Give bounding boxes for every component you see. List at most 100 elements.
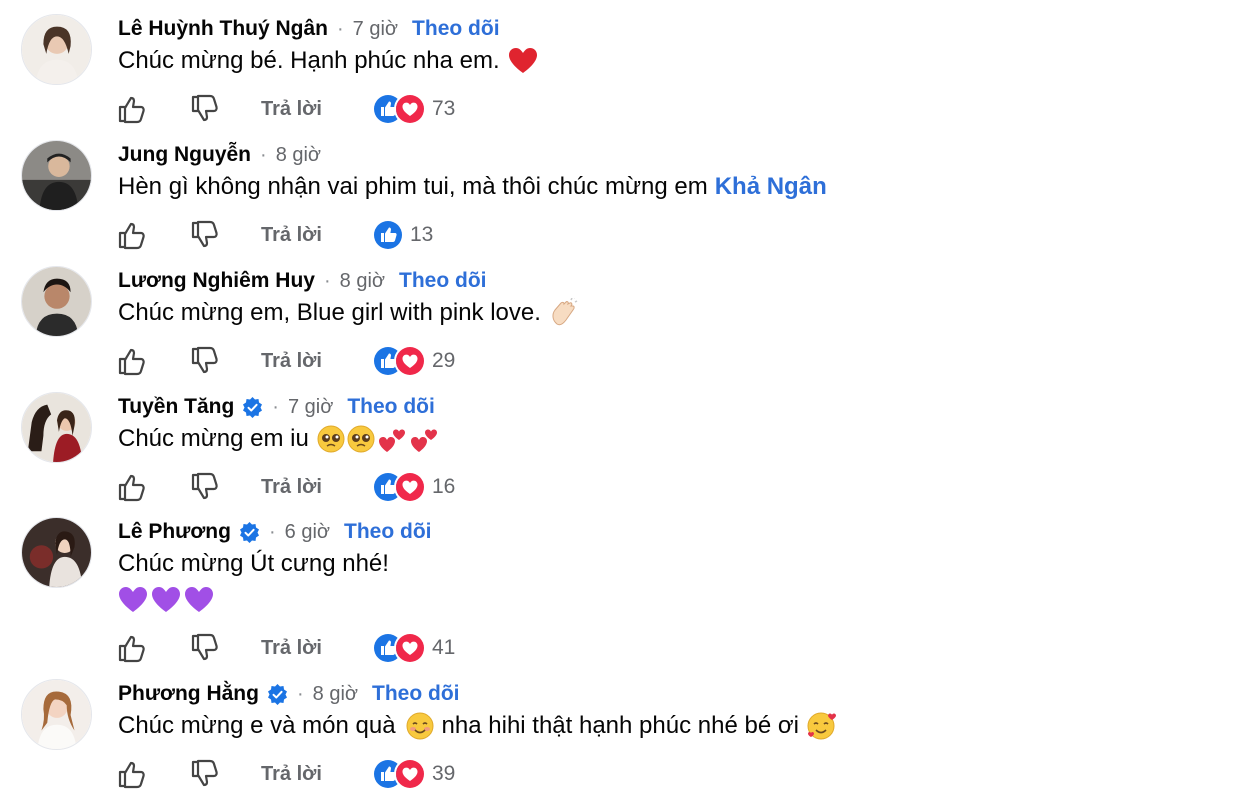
clapping-hands-emoji: [549, 298, 579, 328]
comment-header: Lê Phương · 6 giờ Theo dõi: [118, 517, 432, 547]
comment-time[interactable]: 8 giờ: [313, 683, 358, 706]
pleading-face-emoji: [317, 425, 345, 453]
commenter-name[interactable]: Lê Phương: [118, 520, 231, 544]
comment-text: Chúc mừng em, Blue girl with pink love.: [118, 296, 579, 330]
smiling-face-with-hearts-emoji: [807, 711, 837, 741]
commenter-name[interactable]: Tuyền Tăng: [118, 395, 234, 419]
like-thumb-icon[interactable]: [116, 219, 148, 251]
avatar[interactable]: [21, 679, 92, 750]
reaction-summary[interactable]: 13: [372, 218, 433, 252]
avatar[interactable]: [21, 266, 92, 337]
avatar[interactable]: [21, 14, 92, 85]
reaction-summary[interactable]: 39: [372, 757, 455, 791]
reply-button[interactable]: Trả lời: [261, 224, 322, 247]
two-hearts-emoji: [409, 424, 439, 454]
smiling-face-emoji: [406, 712, 434, 740]
purple-heart-emoji: [151, 586, 181, 614]
comment-actions: Trả lời: [116, 631, 322, 665]
separator-dot: ·: [296, 682, 304, 705]
comment-body-continued: nha hihi thật hạnh phúc nhé bé ơi: [441, 712, 799, 739]
comment-actions: Trả lời: [116, 92, 322, 126]
commenter-name[interactable]: Lương Nghiêm Huy: [118, 269, 315, 293]
like-thumb-icon[interactable]: [116, 758, 148, 790]
reaction-count: 39: [432, 762, 456, 785]
dislike-thumb-icon[interactable]: [189, 345, 221, 377]
comment-emoji-line: [118, 586, 214, 614]
dislike-thumb-icon[interactable]: [189, 93, 221, 125]
comment-actions: Trả lời: [116, 470, 322, 504]
love-reaction-icon: [394, 632, 426, 664]
dislike-thumb-icon[interactable]: [189, 632, 221, 664]
dislike-thumb-icon[interactable]: [189, 219, 221, 251]
purple-heart-emoji: [184, 586, 214, 614]
follow-button[interactable]: Theo dõi: [347, 395, 435, 419]
reply-button[interactable]: Trả lời: [261, 637, 322, 660]
love-reaction-icon: [394, 93, 426, 125]
reaction-summary[interactable]: 41: [372, 631, 455, 665]
separator-dot: ·: [323, 269, 331, 292]
comment-text: Chúc mừng em iu: [118, 422, 439, 456]
avatar[interactable]: [21, 140, 92, 211]
dislike-thumb-icon[interactable]: [189, 758, 221, 790]
comment-body: Chúc mừng em iu: [118, 425, 309, 452]
reaction-summary[interactable]: 16: [372, 470, 455, 504]
purple-heart-emoji: [118, 586, 148, 614]
reaction-summary[interactable]: 73: [372, 92, 455, 126]
commenter-name[interactable]: Lê Huỳnh Thuý Ngân: [118, 17, 328, 41]
separator-dot: ·: [260, 143, 267, 166]
like-thumb-icon[interactable]: [116, 345, 148, 377]
verified-badge-icon: [242, 396, 263, 418]
comment-body: Chúc mừng e và món quà: [118, 712, 396, 739]
comment-time[interactable]: 6 giờ: [285, 521, 330, 544]
comment-header: Lương Nghiêm Huy · 8 giờ Theo dõi: [118, 266, 487, 296]
verified-badge-icon: [239, 521, 260, 543]
follow-button[interactable]: Theo dõi: [372, 682, 460, 706]
avatar[interactable]: [21, 517, 92, 588]
commenter-name[interactable]: Phương Hằng: [118, 682, 259, 706]
follow-button[interactable]: Theo dõi: [344, 520, 432, 544]
reply-button[interactable]: Trả lời: [261, 763, 322, 786]
like-thumb-icon[interactable]: [116, 93, 148, 125]
comment-body: Chúc mừng em, Blue girl with pink love.: [118, 299, 541, 326]
love-reaction-icon: [394, 471, 426, 503]
dislike-thumb-icon[interactable]: [189, 471, 221, 503]
reply-button[interactable]: Trả lời: [261, 98, 322, 121]
mention-link[interactable]: Khả Ngân: [715, 170, 827, 204]
reaction-count: 16: [432, 475, 456, 498]
reply-button[interactable]: Trả lời: [261, 476, 322, 499]
comment-body: Chúc mừng Út cưng nhé!: [118, 550, 389, 577]
comment-header: Lê Huỳnh Thuý Ngân · 7 giờ Theo dõi: [118, 14, 500, 44]
comment-body: Chúc mừng bé. Hạnh phúc nha em.: [118, 47, 500, 74]
comment-body: Hèn gì không nhận vai phim tui, mà thôi …: [118, 173, 708, 200]
comment-actions: Trả lời: [116, 218, 322, 252]
comment-time[interactable]: 7 giờ: [353, 18, 398, 41]
like-thumb-icon[interactable]: [116, 471, 148, 503]
comment-header: Phương Hằng · 8 giờ Theo dõi: [118, 679, 460, 709]
love-reaction-icon: [394, 345, 426, 377]
commenter-name[interactable]: Jung Nguyễn: [118, 143, 251, 167]
separator-dot: ·: [268, 520, 276, 543]
love-reaction-icon: [394, 758, 426, 790]
separator-dot: ·: [337, 17, 344, 40]
verified-badge-icon: [267, 683, 288, 705]
like-reaction-icon: [372, 219, 404, 251]
reaction-count: 29: [432, 349, 456, 372]
reaction-count: 13: [410, 223, 434, 246]
comment-time[interactable]: 7 giờ: [288, 396, 333, 419]
comment-time[interactable]: 8 giờ: [340, 270, 385, 293]
reaction-summary[interactable]: 29: [372, 344, 455, 378]
comment-text: Hèn gì không nhận vai phim tui, mà thôi …: [118, 170, 827, 204]
follow-button[interactable]: Theo dõi: [412, 17, 500, 41]
reaction-count: 73: [432, 97, 456, 120]
like-thumb-icon[interactable]: [116, 632, 148, 664]
comment-text: Chúc mừng Út cưng nhé!: [118, 547, 389, 581]
avatar[interactable]: [21, 392, 92, 463]
reaction-count: 41: [432, 636, 456, 659]
pleading-face-emoji: [347, 425, 375, 453]
comment-text: Chúc mừng e và món quà nha hihi thật hạn…: [118, 709, 837, 743]
comment-time[interactable]: 8 giờ: [276, 144, 321, 167]
comment-text: Chúc mừng bé. Hạnh phúc nha em.: [118, 44, 538, 78]
heart-emoji: [508, 47, 538, 75]
follow-button[interactable]: Theo dõi: [399, 269, 487, 293]
reply-button[interactable]: Trả lời: [261, 350, 322, 373]
